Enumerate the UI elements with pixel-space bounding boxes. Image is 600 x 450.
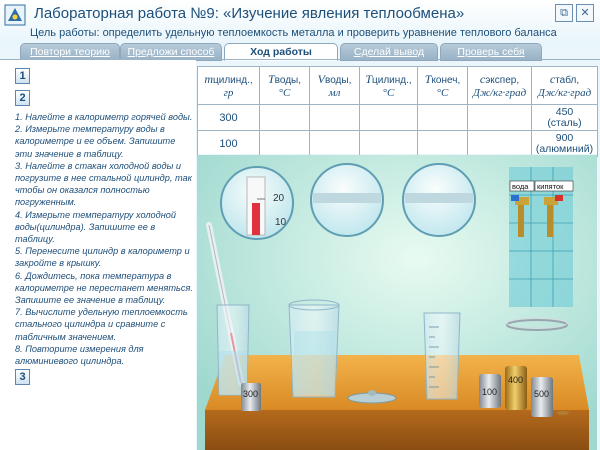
step-text: 5. Перенесите цилиндр в калориметр и зак… [15, 246, 190, 269]
input-cell[interactable] [417, 130, 468, 157]
c-tab-cell: 450 (сталь) [531, 104, 598, 131]
procedure-steps: 1. Налейте в калориметр горячей воды. 2.… [15, 111, 195, 367]
step-button-3[interactable]: 3 [15, 369, 30, 385]
app-logo-icon [4, 4, 26, 26]
thermometer-magnifier: 20 10 [220, 166, 294, 240]
close-icon[interactable]: ✕ [576, 4, 594, 22]
step-text: 1. Налейте в калориметр горячей воды. [15, 112, 193, 122]
col-header-mass: mцилинд., гр [197, 66, 260, 105]
mass-cell: 300 [197, 104, 260, 131]
tab-bar: Повтори теорию Предложи способ Ход работ… [0, 43, 600, 61]
col-header-water-volume: Vводы, мл [309, 66, 360, 105]
thermometer-mark-bottom: 10 [275, 217, 287, 228]
header: Лабораторная работа №9: «Изучение явлени… [0, 0, 600, 44]
mass-cell: 100 [197, 130, 260, 157]
step-text: 8. Повторите измерения для алюминиевого … [15, 343, 144, 367]
svg-text:300: 300 [243, 389, 258, 399]
step-button-2[interactable]: 2 [15, 90, 30, 106]
step-text: 4. Измерьте температуру холодной воды(ци… [15, 209, 176, 245]
c-tab-cell: 900 (алюминий) [531, 130, 598, 157]
table-row: 300 450 (сталь) [197, 104, 598, 131]
col-header-water-temp: Tводы, °C [259, 66, 310, 105]
svg-text:500: 500 [534, 389, 549, 399]
col-header-c-tab: cтабл, Дж/кг·град [531, 66, 598, 105]
beaker-magnifier [402, 163, 476, 237]
input-cell[interactable] [309, 130, 360, 157]
weight-500[interactable]: 500 [531, 377, 553, 417]
col-header-c-exp: cэкспер, Дж/кг·град [467, 66, 532, 105]
input-cell[interactable] [359, 130, 418, 157]
lab-scene: 20 10 вода кипяток 300 100 400 500 [197, 155, 597, 450]
table-row: 100 900 (алюминий) [197, 130, 598, 157]
step-button-1[interactable]: 1 [15, 68, 30, 84]
step-text: 2. Измерьте температуру воды в калоримет… [15, 124, 176, 159]
calorimeter-beaker[interactable] [288, 299, 340, 398]
glass-cup[interactable] [216, 304, 250, 396]
thermometer-mark-top: 20 [273, 193, 285, 204]
restore-window-icon[interactable]: ⧉ [555, 4, 573, 22]
input-cell[interactable] [417, 104, 468, 131]
input-cell[interactable] [467, 130, 532, 157]
water-tap-label: вода [512, 182, 529, 191]
boiling-tap-label: кипяток [537, 182, 564, 191]
input-cell[interactable] [259, 104, 310, 131]
input-cell[interactable] [359, 104, 418, 131]
step-text: 3. Налейте в стакан холодной воды и погр… [15, 160, 192, 208]
svg-text:400: 400 [508, 375, 523, 385]
weight-400[interactable]: 400 [505, 366, 527, 410]
input-cell[interactable] [309, 104, 360, 131]
svg-text:100: 100 [482, 387, 497, 397]
input-cell[interactable] [467, 104, 532, 131]
col-header-final-temp: Tконеч, °C [417, 66, 468, 105]
input-cell[interactable] [259, 130, 310, 157]
weight-300[interactable]: 300 [241, 383, 261, 411]
step-text: 7. Вычислите удельную теплоемкость сталь… [15, 307, 188, 342]
graduated-cylinder[interactable] [423, 312, 461, 400]
table-header-row: mцилинд., гр Tводы, °C Vводы, мл Tцилинд., °… [197, 66, 598, 105]
page-subtitle: Цель работы: определить удельную теплоем… [30, 27, 557, 39]
volume-magnifier [310, 163, 384, 237]
step-text: 6. Дождитесь, пока температура в калорим… [15, 270, 193, 306]
page-title: Лабораторная работа №9: «Изучение явлени… [34, 5, 465, 22]
col-header-cylinder-temp: Tцилинд., °C [359, 66, 418, 105]
results-table: mцилинд., гр Tводы, °C Vводы, мл Tцилинд., °… [197, 66, 598, 157]
weight-100[interactable]: 100 [479, 374, 501, 408]
small-coin [557, 411, 569, 415]
